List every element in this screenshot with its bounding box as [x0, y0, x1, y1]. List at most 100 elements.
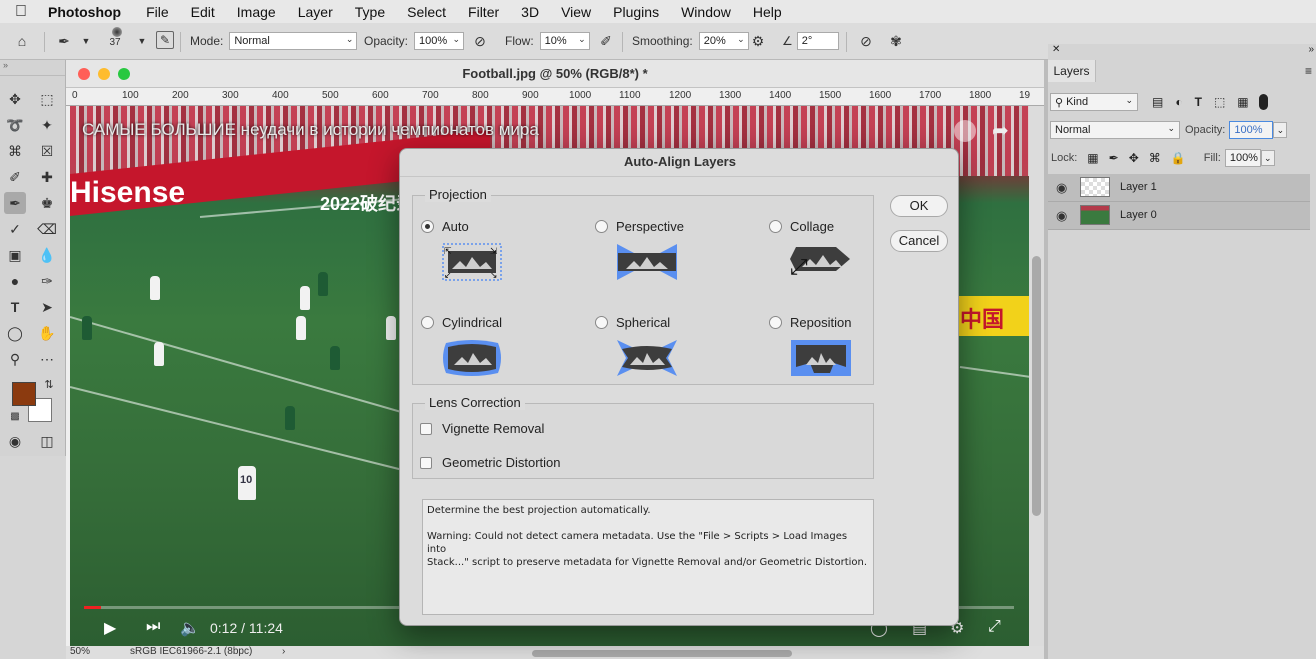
visibility-eye-icon[interactable]: ◉ — [1056, 208, 1067, 224]
brush-picker-chevron-icon[interactable]: ▼ — [132, 31, 152, 51]
pen-tool-icon[interactable]: ✑ — [36, 270, 58, 292]
menu-edit[interactable]: Edit — [180, 4, 226, 20]
close-panel-icon[interactable]: ✕ — [1052, 44, 1060, 55]
menu-help[interactable]: Help — [742, 4, 793, 20]
fill-input[interactable]: 100% — [1224, 149, 1261, 167]
healing-brush-tool-icon[interactable]: ✚ — [36, 166, 58, 188]
chevron-down-icon[interactable]: ⌄ — [1273, 122, 1288, 138]
vignette-removal-checkbox[interactable] — [420, 422, 432, 435]
menu-layer[interactable]: Layer — [287, 4, 344, 20]
zoom-level[interactable]: 50% — [70, 646, 90, 657]
crop-tool-icon[interactable]: ⌘ — [4, 140, 26, 162]
lasso-tool-icon[interactable]: ➰ — [4, 114, 26, 136]
angle-input[interactable]: 2° — [796, 32, 839, 50]
hand-tool-icon[interactable]: ✋ — [36, 322, 58, 344]
layer-opacity-input[interactable]: 100% — [1229, 121, 1274, 139]
filter-shape-icon[interactable]: ⬚ — [1214, 95, 1225, 109]
path-selection-tool-icon[interactable]: ➤ — [36, 296, 58, 318]
dodge-tool-icon[interactable]: ● — [4, 270, 26, 292]
layer-row[interactable]: ◉ Layer 0 — [1048, 202, 1310, 230]
gradient-tool-icon[interactable]: ▣ — [4, 244, 26, 266]
radio-cylindrical[interactable]: Cylindrical — [421, 315, 502, 330]
vignette-removal-option[interactable]: Vignette Removal — [420, 421, 544, 436]
radio-auto[interactable]: Auto — [421, 219, 469, 234]
foreground-color-swatch[interactable] — [12, 382, 36, 406]
ok-button[interactable]: OK — [890, 195, 948, 217]
brush-tool-icon[interactable]: ✒ — [54, 31, 74, 51]
collapse-panel-icon[interactable]: » — [1308, 44, 1314, 55]
horizontal-ruler[interactable]: 0 100 200 300 400 500 600 700 800 900 10… — [66, 88, 1044, 106]
menu-plugins[interactable]: Plugins — [602, 4, 670, 20]
horizontal-scroll-thumb[interactable] — [532, 650, 792, 657]
brush-tool-icon[interactable]: ✒ — [4, 192, 26, 214]
tab-layers[interactable]: Layers — [1048, 60, 1096, 82]
radio-auto-indicator[interactable] — [421, 220, 434, 233]
flow-input[interactable]: 10% ⌄ — [539, 32, 590, 50]
menu-file[interactable]: File — [135, 4, 180, 20]
frame-tool-icon[interactable]: ☒ — [36, 140, 58, 162]
radio-perspective[interactable]: Perspective — [595, 219, 684, 234]
brush-settings-icon[interactable]: ✎ — [156, 31, 174, 49]
ellipse-tool-icon[interactable]: ◯ — [4, 322, 26, 344]
radio-spherical[interactable]: Spherical — [595, 315, 670, 330]
pressure-size-icon[interactable]: ⊘ — [856, 31, 876, 51]
cancel-button[interactable]: Cancel — [890, 230, 948, 252]
screen-mode-icon[interactable]: ◫ — [36, 430, 58, 452]
layer-filter-select[interactable]: ⚲ Kind ⌄ — [1050, 93, 1138, 111]
home-icon[interactable]: ⌂ — [12, 31, 32, 51]
lock-image-icon[interactable]: ✒ — [1109, 151, 1119, 165]
radio-collage-indicator[interactable] — [769, 220, 782, 233]
layer-row[interactable]: ◉ Layer 1 — [1048, 174, 1310, 202]
symmetry-butterfly-icon[interactable]: ✾ — [886, 31, 906, 51]
filter-smart-object-icon[interactable]: ▦ — [1237, 95, 1248, 109]
eraser-tool-icon[interactable]: ⌫ — [36, 218, 58, 240]
filter-toggle-icon[interactable] — [1258, 94, 1268, 110]
clone-stamp-tool-icon[interactable]: ♚ — [36, 192, 58, 214]
panel-menu-icon[interactable]: ≡ — [1305, 64, 1312, 78]
menu-select[interactable]: Select — [396, 4, 457, 20]
marquee-tool-icon[interactable]: ⬚ — [36, 88, 58, 110]
menu-window[interactable]: Window — [670, 4, 742, 20]
brush-preset-picker[interactable]: 37 — [108, 27, 122, 48]
lock-all-icon[interactable]: 🔒 — [1171, 151, 1186, 165]
filter-type-icon[interactable]: T — [1195, 95, 1202, 109]
menu-app-photoshop[interactable]: Photoshop — [42, 4, 135, 20]
apple-icon[interactable]:  — [0, 3, 42, 21]
tools-panel-header[interactable]: » — [0, 60, 65, 76]
history-brush-tool-icon[interactable]: ✓ — [4, 218, 26, 240]
menu-image[interactable]: Image — [226, 4, 287, 20]
menu-filter[interactable]: Filter — [457, 4, 510, 20]
radio-reposition-indicator[interactable] — [769, 316, 782, 329]
geometric-distortion-checkbox[interactable] — [420, 456, 432, 469]
chevron-down-icon[interactable]: ▼ — [76, 31, 96, 51]
radio-cylindrical-indicator[interactable] — [421, 316, 434, 329]
vertical-scroll-thumb[interactable] — [1032, 256, 1041, 516]
lock-position-icon[interactable]: ✥ — [1129, 151, 1139, 165]
swap-colors-icon[interactable]: ⇅ — [38, 374, 60, 396]
lock-transparency-icon[interactable]: ▦ — [1087, 151, 1098, 165]
menu-3d[interactable]: 3D — [510, 4, 550, 20]
blend-mode-select[interactable]: Normal ⌄ — [1050, 121, 1180, 139]
smoothing-options-gear-icon[interactable]: ⚙ — [748, 31, 768, 51]
opacity-input[interactable]: 100% ⌄ — [414, 32, 465, 50]
blur-tool-icon[interactable]: 💧 — [36, 244, 58, 266]
airbrush-icon[interactable]: ✐ — [596, 31, 616, 51]
radio-collage[interactable]: Collage — [769, 219, 834, 234]
radio-perspective-indicator[interactable] — [595, 220, 608, 233]
magic-wand-tool-icon[interactable]: ✦ — [36, 114, 58, 136]
pressure-opacity-icon[interactable]: ⊘ — [470, 31, 490, 51]
filter-adjustment-icon[interactable]: ◐ — [1175, 95, 1182, 109]
visibility-eye-icon[interactable]: ◉ — [1056, 180, 1067, 196]
type-tool-icon[interactable]: T — [4, 296, 26, 318]
move-tool-icon[interactable]: ✥ — [4, 88, 26, 110]
status-menu-chevron-icon[interactable]: › — [282, 646, 285, 657]
quick-mask-icon[interactable]: ◉ — [4, 430, 26, 452]
filter-pixel-icon[interactable]: ▤ — [1152, 95, 1163, 109]
geometric-distortion-option[interactable]: Geometric Distortion — [420, 455, 560, 470]
radio-spherical-indicator[interactable] — [595, 316, 608, 329]
menu-type[interactable]: Type — [344, 4, 396, 20]
mode-select[interactable]: Normal ⌄ — [229, 32, 358, 50]
smoothing-input[interactable]: 20% ⌄ — [698, 32, 749, 50]
more-tools-icon[interactable]: ⋯ — [36, 348, 58, 370]
zoom-tool-icon[interactable]: ⚲ — [4, 348, 26, 370]
